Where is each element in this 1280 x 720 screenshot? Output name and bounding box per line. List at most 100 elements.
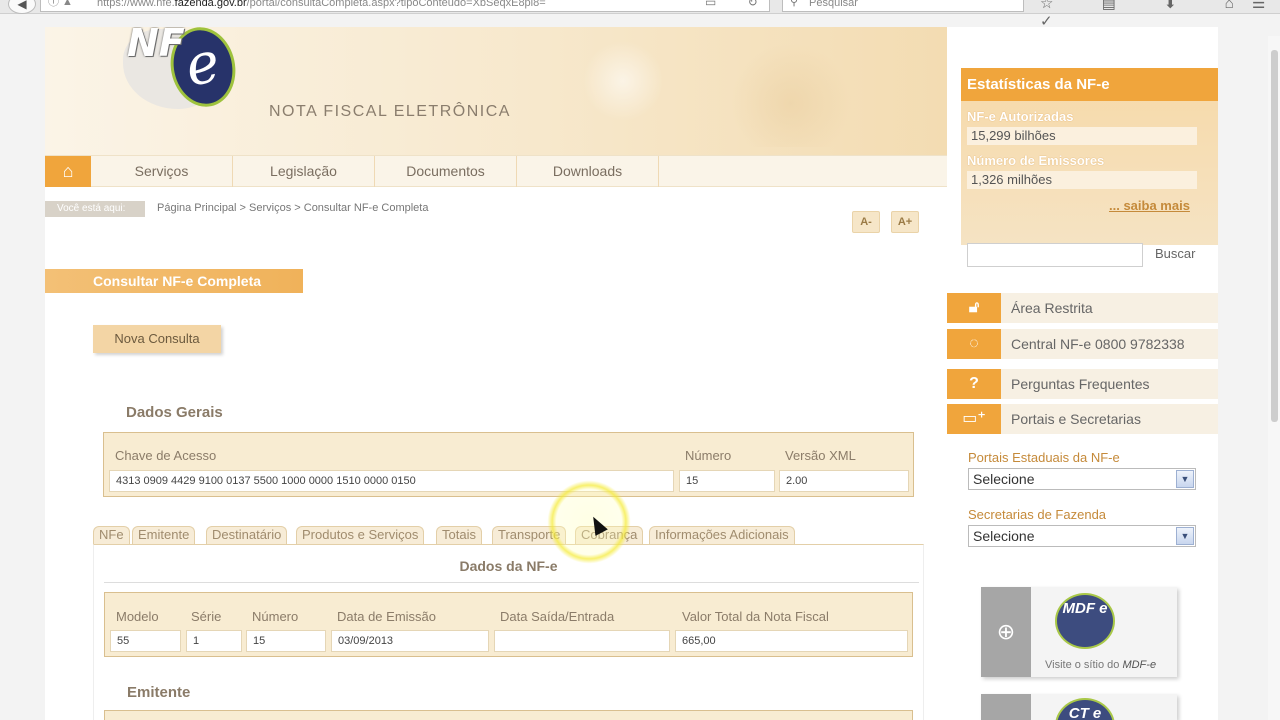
secretarias-selected: Selecione	[973, 528, 1035, 544]
side-link-label: Área Restrita	[1011, 300, 1093, 316]
nav-item-servicos[interactable]: Serviços	[91, 156, 233, 187]
mdfe-text-prefix: Visite o sítio do	[1045, 659, 1123, 671]
mdfe-text: Visite o sítio do MDF-e	[1045, 659, 1156, 671]
valor-label: Valor Total da Nota Fiscal	[682, 609, 829, 624]
secretarias-label: Secretarias de Fazenda	[968, 507, 1107, 522]
window-icon: ▭⁺	[947, 404, 1001, 434]
tab-informacoes[interactable]: Informações Adicionais	[649, 526, 795, 544]
modelo-field: 55	[110, 630, 181, 652]
url-prefix: https://www.nfe.	[97, 0, 175, 9]
cte-banner[interactable]: CT e	[981, 694, 1177, 720]
new-query-button[interactable]: Nova Consulta	[93, 325, 221, 353]
saida-field	[494, 630, 670, 652]
tab-cobranca[interactable]: Cobrança	[575, 526, 644, 544]
hamburger-menu-icon[interactable]: ☰	[1252, 0, 1265, 12]
side-link-central[interactable]: ◌ Central NF-e 0800 9782338	[947, 329, 1218, 359]
side-link-label: Perguntas Frequentes	[1011, 376, 1150, 392]
saida-label: Data Saída/Entrada	[500, 609, 615, 624]
panel-divider	[104, 582, 919, 583]
mdfe-logo: MDF e	[1055, 593, 1115, 649]
nav-item-legislacao[interactable]: Legislação	[233, 156, 375, 187]
search-icon: ⚲	[790, 0, 799, 8]
address-bar[interactable]: https://www.nfe.fazenda.gov.br/portal/co…	[40, 0, 770, 12]
tab-produtos[interactable]: Produtos e Serviços	[296, 526, 425, 544]
question-icon: ?	[947, 369, 1001, 399]
globe-icon	[981, 694, 1031, 720]
tab-totais[interactable]: Totais	[436, 526, 482, 544]
chevron-down-icon[interactable]: ▼	[1176, 527, 1194, 545]
page-title: Consultar NF-e Completa	[45, 269, 303, 293]
reader-reload-icons[interactable]: ▭ ↻	[705, 0, 772, 12]
font-increase-button[interactable]: A+	[891, 211, 919, 233]
lock-icon: 🔓︎	[947, 293, 1001, 323]
emissores-value: 1,326 milhões	[967, 171, 1197, 189]
emissao-field: 03/09/2013	[331, 630, 489, 652]
cte-logo: CT e	[1055, 698, 1115, 720]
sidebar: Estatísticas da NF-e NF-e Autorizadas 15…	[947, 27, 1218, 720]
site-header: e NF NOTA FISCAL ELETRÔNICA	[45, 27, 947, 155]
dados-nfe-heading: Dados da NF-e	[459, 558, 558, 574]
numero-field: 15	[679, 470, 775, 492]
nfe-logo[interactable]: e NF	[123, 27, 258, 121]
url-domain: fazenda.gov.br	[174, 0, 247, 9]
header-decoration	[497, 37, 917, 147]
side-link-label: Portais e Secretarias	[1011, 411, 1141, 427]
toolbar-icons[interactable]: ☆ ▤ ⬇ ⌂ ✓	[1040, 0, 1280, 30]
phone-icon: ◌	[947, 329, 1001, 359]
valor-field: 665,00	[675, 630, 908, 652]
tab-nfe[interactable]: NFe	[93, 526, 130, 544]
font-decrease-button[interactable]: A-	[852, 211, 880, 233]
main-nav: ⌂ Serviços Legislação Documentos Downloa…	[45, 155, 947, 187]
autorizadas-label: NF-e Autorizadas	[967, 109, 1074, 124]
breadcrumb[interactable]: Página Principal > Serviços > Consultar …	[157, 202, 428, 214]
page: e NF NOTA FISCAL ELETRÔNICA ⌂ Serviços L…	[45, 27, 1218, 720]
side-link-label: Central NF-e 0800 9782338	[1011, 336, 1185, 352]
search-button[interactable]: Buscar	[1155, 246, 1195, 261]
chave-label: Chave de Acesso	[115, 448, 217, 463]
chave-field: 4313 0909 4429 9100 0137 5500 1000 0000 …	[109, 470, 674, 492]
emitente-heading: Emitente	[127, 684, 191, 701]
tab-emitente[interactable]: Emitente	[132, 526, 196, 544]
numero-nfe-field: 15	[246, 630, 326, 652]
numero-label: Número	[685, 448, 732, 463]
scrollbar-thumb[interactable]	[1271, 50, 1278, 422]
dados-gerais-box: Chave de Acesso Número Versão XML 4313 0…	[103, 432, 914, 497]
saiba-mais-link[interactable]: ... saiba mais	[1109, 198, 1190, 213]
versao-field: 2.00	[779, 470, 909, 492]
stats-panel: Estatísticas da NF-e NF-e Autorizadas 15…	[961, 68, 1218, 245]
mdfe-banner[interactable]: ⊕ MDF e Visite o sítio do MDF-e	[981, 587, 1177, 677]
stats-title: Estatísticas da NF-e	[961, 68, 1218, 101]
side-link-portais[interactable]: ▭⁺ Portais e Secretarias	[947, 404, 1218, 434]
modelo-label: Modelo	[116, 609, 159, 624]
mdfe-text-name: MDF-e	[1122, 659, 1157, 671]
dados-nfe-box: Modelo Série Número Data de Emissão Data…	[104, 592, 913, 657]
serie-label: Série	[191, 609, 222, 624]
home-icon[interactable]: ⌂	[45, 156, 91, 187]
site-info-icon[interactable]: ⓘ ▲	[48, 0, 73, 12]
tab-transporte[interactable]: Transporte	[492, 526, 567, 544]
chevron-down-icon[interactable]: ▼	[1176, 470, 1194, 488]
side-link-perguntas[interactable]: ? Perguntas Frequentes	[947, 369, 1218, 399]
secretarias-select[interactable]: Selecione ▼	[968, 525, 1196, 547]
emissao-label: Data de Emissão	[337, 609, 436, 624]
nav-item-documentos[interactable]: Documentos	[375, 156, 517, 187]
nav-item-downloads[interactable]: Downloads	[517, 156, 659, 187]
serie-field: 1	[186, 630, 242, 652]
breadcrumb-label: Você está aqui:	[45, 201, 145, 217]
dados-gerais-heading: Dados Gerais	[126, 404, 223, 421]
emissores-label: Número de Emissores	[967, 153, 1105, 168]
site-title: NOTA FISCAL ELETRÔNICA	[269, 103, 511, 120]
autorizadas-value: 15,299 bilhões	[967, 127, 1197, 145]
portais-label: Portais Estaduais da NF-e	[968, 450, 1120, 465]
site-search-input[interactable]	[967, 243, 1143, 267]
portais-selected: Selecione	[973, 471, 1035, 487]
numero-nfe-label: Número	[252, 609, 299, 624]
url-suffix: /portal/consultaCompleta.aspx?tipoConteu…	[246, 0, 546, 9]
side-link-area-restrita[interactable]: 🔓︎ Área Restrita	[947, 293, 1218, 323]
globe-icon: ⊕	[981, 587, 1031, 677]
logo-nf-text: NF	[127, 27, 185, 65]
versao-label: Versão XML	[785, 448, 856, 463]
portais-select[interactable]: Selecione ▼	[968, 468, 1196, 490]
tab-destinatario[interactable]: Destinatário	[206, 526, 288, 544]
browser-search-input[interactable]: Pesquisar	[782, 0, 1024, 12]
